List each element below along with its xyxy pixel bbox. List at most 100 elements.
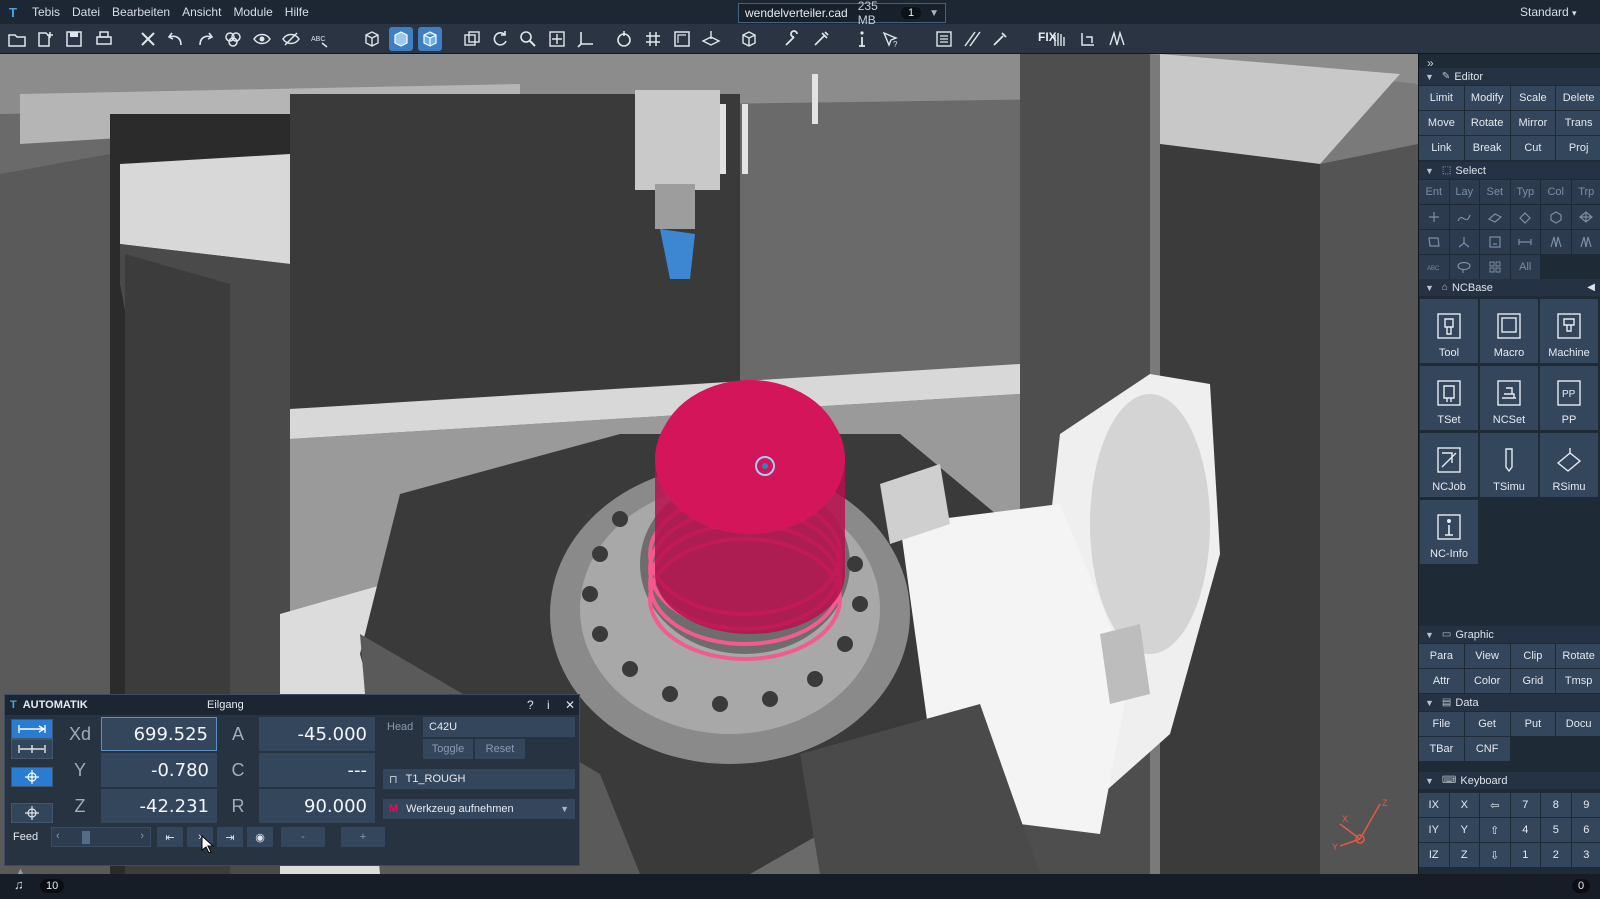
delete-x-icon[interactable] [136,27,160,51]
key-3[interactable]: 3 [1571,843,1600,867]
key-x[interactable]: X [1449,793,1479,817]
grid-icon[interactable] [641,27,665,51]
frame-filter-icon[interactable] [1449,230,1479,254]
editor-mirror-button[interactable]: Mirror [1510,111,1556,135]
data-section-header[interactable]: ▼ ▤ Data [1419,694,1600,711]
frame-icon[interactable] [670,27,694,51]
open-folder-icon[interactable] [5,27,29,51]
editor-limit-button[interactable]: Limit [1419,86,1464,110]
graphic-tmsp-button[interactable]: Tmsp [1556,669,1600,693]
key-7[interactable]: 7 [1510,793,1540,817]
toolpath-icon[interactable] [1105,27,1129,51]
key-ix[interactable]: IX [1419,793,1449,817]
file-tab[interactable]: wendelverteiler.cad 235 MB 1 ▼ [738,0,946,27]
step-back-icon[interactable]: ⇤ [157,827,183,847]
select-ent-button[interactable]: Ent [1419,180,1449,204]
help-icon[interactable]: ? [527,698,534,712]
key-4[interactable]: 4 [1510,818,1540,842]
menu-datei[interactable]: Datei [66,0,106,24]
data-tbar-button[interactable]: TBar [1419,737,1464,761]
ncbase-tool-button[interactable]: Tool [1420,299,1478,363]
graphic-rotate-button[interactable]: Rotate [1556,644,1600,668]
editor-rotate-button[interactable]: Rotate [1464,111,1510,135]
axis-r-value[interactable]: 90.000 [259,789,375,823]
text-filter-icon[interactable]: ABC [1419,255,1449,279]
ncbase-ncinfo-button[interactable]: NC-Info [1420,500,1478,564]
key-9[interactable]: 9 [1571,793,1600,817]
save-icon[interactable] [62,27,86,51]
select-col-button[interactable]: Col [1541,180,1571,204]
select-set-button[interactable]: Set [1480,180,1510,204]
select-section-header[interactable]: ▼ ⬚ Select [1419,162,1600,179]
view-cube-icon[interactable] [737,27,761,51]
key-1[interactable]: 1 [1510,843,1540,867]
layers-icon[interactable] [221,27,245,51]
tool-wrench-icon[interactable] [988,27,1012,51]
key-2[interactable]: 2 [1541,843,1571,867]
feed-plus-button[interactable]: + [341,827,385,847]
tool-field[interactable]: ⊓ T1_ROUGH [383,769,575,789]
ncbase-macro-button[interactable]: Macro [1480,299,1538,363]
wrench-icon[interactable] [780,27,804,51]
query-arrow-icon[interactable]: ? [879,27,903,51]
point-filter-icon[interactable] [1419,205,1449,229]
graphic-grid-button[interactable]: Grid [1510,669,1556,693]
editor-scale-button[interactable]: Scale [1510,86,1556,110]
editor-cut-button[interactable]: Cut [1510,136,1556,160]
key-iz[interactable]: IZ [1419,843,1449,867]
select-lay-button[interactable]: Lay [1449,180,1479,204]
face-filter-icon[interactable] [1510,205,1540,229]
ncbase-ncjob-button[interactable]: NCJob [1420,433,1478,497]
key-6[interactable]: 6 [1571,818,1600,842]
slider-thumb[interactable] [82,831,90,844]
window-stack-icon[interactable] [460,27,484,51]
fit-view-icon[interactable] [545,27,569,51]
group-filter-icon[interactable] [1480,255,1510,279]
print-icon[interactable] [92,27,116,51]
target-mode-button[interactable] [11,803,53,823]
editor-break-button[interactable]: Break [1464,136,1510,160]
select-trp-button[interactable]: Trp [1571,180,1600,204]
close-icon[interactable]: ✕ [565,698,575,712]
keyboard-section-header[interactable]: ▼ ⌨ Keyboard [1419,772,1600,789]
toggle-button[interactable]: Toggle [423,739,473,759]
workplane-icon[interactable] [699,27,723,51]
mesh-filter-icon[interactable] [1571,205,1600,229]
surface-filter-icon[interactable] [1480,205,1510,229]
menu-tebis[interactable]: Tebis [26,0,66,24]
show-eye-icon[interactable] [250,27,274,51]
graphic-para-button[interactable]: Para [1419,644,1464,668]
fixture-icon[interactable] [1076,27,1100,51]
record-stop-icon[interactable]: ◉ [247,827,273,847]
dialog-header[interactable]: T AUTOMATIK Eilgang ? i ✕ [5,695,579,715]
menu-bearbeiten[interactable]: Bearbeiten [106,0,176,24]
graphic-clip-button[interactable]: Clip [1510,644,1556,668]
curve-filter-icon[interactable] [1449,205,1479,229]
slider-left-arrow-icon[interactable]: ‹ [56,830,60,842]
data-cnf-button[interactable]: CNF [1464,737,1510,761]
editor-section-header[interactable]: ▼ ✎ Editor [1419,68,1600,85]
ncbase-rsimu-button[interactable]: RSimu [1540,433,1598,497]
editor-trans-button[interactable]: Trans [1556,111,1600,135]
notification-bell-icon[interactable]: ♫ [14,877,24,892]
data-file-button[interactable]: File [1419,712,1464,736]
select-typ-button[interactable]: Typ [1510,180,1540,204]
key-backspace[interactable]: ⇦ [1480,793,1510,817]
key-up[interactable]: ⇧ [1480,818,1510,842]
axis-x-value[interactable]: 699.525 [101,717,217,751]
slash-lines-icon[interactable] [960,27,984,51]
hide-eye-icon[interactable] [279,27,303,51]
graphic-section-header[interactable]: ▼ ▭ Graphic [1419,626,1600,643]
solid-filter-icon[interactable] [1541,205,1571,229]
measure-tool-icon[interactable] [809,27,833,51]
shaded-cube-icon[interactable] [389,27,413,51]
new-file-icon[interactable] [34,27,58,51]
editor-delete-button[interactable]: Delete [1556,86,1600,110]
reset-button[interactable]: Reset [475,739,525,759]
key-z[interactable]: Z [1449,843,1479,867]
axis-a-value[interactable]: -45.000 [259,717,375,751]
menu-module[interactable]: Module [227,0,278,24]
editor-modify-button[interactable]: Modify [1464,86,1510,110]
feed-slider[interactable]: ‹ › [51,827,151,847]
ncbase-section-header[interactable]: ▼ ⌂ NCBase ◀ [1419,279,1600,296]
